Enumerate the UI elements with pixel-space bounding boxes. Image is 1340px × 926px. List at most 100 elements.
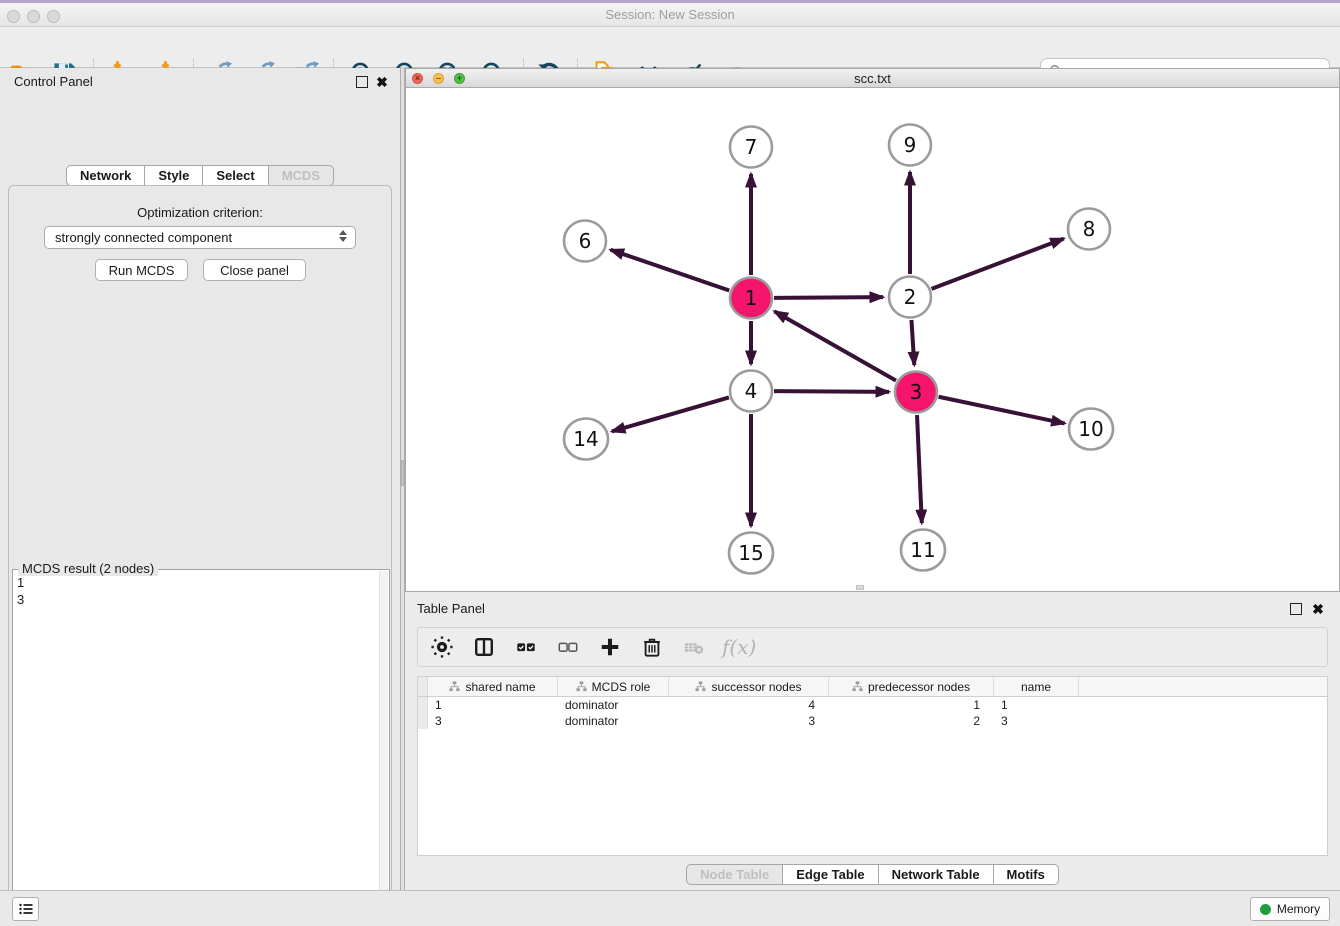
cell-name[interactable]: 1 bbox=[994, 697, 1079, 713]
function-builder-button[interactable]: f(x) bbox=[722, 635, 756, 659]
node-label-7: 7 bbox=[745, 135, 758, 159]
column-header-name[interactable]: name bbox=[994, 677, 1079, 696]
cell-MCDS-role[interactable]: dominator bbox=[558, 697, 669, 713]
edge-3-10[interactable] bbox=[939, 397, 1065, 424]
network-graph[interactable]: 7 9 6 8 1 2 4 3 14 10 15 11 bbox=[406, 88, 1339, 592]
graph-node-6[interactable]: 6 bbox=[564, 221, 606, 262]
column-header-MCDS-role[interactable]: MCDS role bbox=[558, 677, 669, 696]
column-header-successor-nodes[interactable]: successor nodes bbox=[669, 677, 829, 696]
node-table: shared name MCDS role successor nodes prede… bbox=[417, 676, 1328, 856]
node-label-15: 15 bbox=[738, 541, 763, 565]
edge-1-6[interactable] bbox=[611, 250, 730, 291]
splitter-grip[interactable] bbox=[401, 460, 404, 486]
graph-node-2[interactable]: 2 bbox=[889, 277, 931, 318]
column-header-label: predecessor nodes bbox=[868, 680, 970, 694]
tab-mcds[interactable]: MCDS bbox=[269, 165, 334, 186]
row-gutter bbox=[418, 697, 428, 713]
graph-node-10[interactable]: 10 bbox=[1069, 409, 1113, 450]
close-panel-action-button[interactable]: Close panel bbox=[203, 259, 306, 281]
edge-2-8[interactable] bbox=[932, 239, 1064, 289]
table-settings-button[interactable] bbox=[428, 634, 456, 660]
column-header-label: MCDS role bbox=[592, 680, 651, 694]
mcds-result-box[interactable]: 1 3 bbox=[12, 569, 390, 926]
edge-4-14[interactable] bbox=[612, 397, 729, 431]
node-table-body: 1dominator4113dominator323 bbox=[418, 697, 1327, 729]
result-scrollbar[interactable] bbox=[379, 571, 388, 926]
graph-node-7[interactable]: 7 bbox=[730, 127, 772, 168]
node-table-header: shared name MCDS role successor nodes prede… bbox=[418, 677, 1327, 697]
close-table-panel-button[interactable]: ✖ bbox=[1310, 601, 1326, 617]
task-list-icon bbox=[18, 901, 34, 917]
cell-successor-nodes[interactable]: 3 bbox=[669, 713, 829, 729]
titlebar[interactable]: Session: New Session bbox=[0, 3, 1340, 27]
graph-node-8[interactable]: 8 bbox=[1068, 209, 1110, 250]
table-panel: Table Panel ✖ f(x) bbox=[405, 594, 1340, 890]
tab-motifs[interactable]: Motifs bbox=[994, 864, 1059, 885]
select-all-columns-button[interactable] bbox=[512, 634, 540, 660]
delete-table-button[interactable] bbox=[680, 634, 708, 660]
unselect-all-columns-button[interactable] bbox=[554, 634, 582, 660]
graph-node-4[interactable]: 4 bbox=[730, 371, 772, 412]
tab-node-table[interactable]: Node Table bbox=[686, 864, 783, 885]
tab-edge-table[interactable]: Edge Table bbox=[783, 864, 878, 885]
column-header-predecessor-nodes[interactable]: predecessor nodes bbox=[829, 677, 994, 696]
row-gutter bbox=[418, 713, 428, 729]
graph-node-9[interactable]: 9 bbox=[889, 125, 931, 166]
tab-style[interactable]: Style bbox=[145, 165, 203, 186]
cell-name[interactable]: 3 bbox=[994, 713, 1079, 729]
node-label-4: 4 bbox=[745, 379, 758, 403]
mcds-result-legend: MCDS result (2 nodes) bbox=[18, 561, 158, 576]
tab-select[interactable]: Select bbox=[203, 165, 268, 186]
control-panel-title: Control Panel bbox=[14, 74, 93, 89]
tab-network[interactable]: Network bbox=[66, 165, 145, 186]
node-label-2: 2 bbox=[904, 285, 917, 309]
close-icon: ✖ bbox=[1312, 603, 1324, 615]
graph-node-11[interactable]: 11 bbox=[901, 530, 945, 571]
float-panel-button[interactable] bbox=[354, 74, 370, 90]
edge-4-3[interactable] bbox=[774, 391, 889, 392]
network-view-window: × – + scc.txt 7 9 6 8 1 2 4 3 14 10 15 11 bbox=[405, 68, 1340, 592]
control-panel: Control Panel ✖ NetworkStyleSelectMCDS O… bbox=[0, 68, 400, 890]
float-icon bbox=[356, 76, 368, 88]
run-mcds-button[interactable]: Run MCDS bbox=[95, 259, 188, 281]
main-toolbar bbox=[0, 27, 1340, 68]
edge-1-2[interactable] bbox=[774, 297, 883, 298]
cell-shared-name[interactable]: 3 bbox=[428, 713, 558, 729]
edge-3-1[interactable] bbox=[774, 311, 896, 380]
float-icon bbox=[1290, 603, 1302, 615]
network-window-titlebar[interactable]: × – + scc.txt bbox=[406, 69, 1339, 88]
task-history-button[interactable] bbox=[12, 897, 39, 921]
cell-predecessor-nodes[interactable]: 1 bbox=[829, 697, 994, 713]
memory-button[interactable]: Memory bbox=[1250, 897, 1330, 921]
delete-table-icon bbox=[683, 636, 705, 658]
graph-node-15[interactable]: 15 bbox=[729, 533, 773, 574]
edge-3-11[interactable] bbox=[917, 415, 922, 523]
optimization-criterion-label: Optimization criterion: bbox=[0, 205, 400, 220]
cell-successor-nodes[interactable]: 4 bbox=[669, 697, 829, 713]
delete-columns-button[interactable] bbox=[638, 634, 666, 660]
criterion-dropdown[interactable]: strongly connected component bbox=[44, 226, 356, 249]
table-row[interactable]: 3dominator323 bbox=[418, 713, 1327, 729]
tab-network-table[interactable]: Network Table bbox=[879, 864, 994, 885]
edge-2-3[interactable] bbox=[911, 320, 914, 365]
horizontal-splitter-grip[interactable] bbox=[856, 585, 864, 590]
column-header-label: shared name bbox=[465, 680, 535, 694]
column-header-shared-name[interactable]: shared name bbox=[428, 677, 558, 696]
close-icon: ✖ bbox=[376, 76, 388, 88]
float-table-panel-button[interactable] bbox=[1288, 601, 1304, 617]
cell-MCDS-role[interactable]: dominator bbox=[558, 713, 669, 729]
table-row[interactable]: 1dominator411 bbox=[418, 697, 1327, 713]
close-panel-button[interactable]: ✖ bbox=[374, 74, 390, 90]
add-column-button[interactable] bbox=[596, 634, 624, 660]
network-window-title: scc.txt bbox=[406, 71, 1339, 86]
window-title: Session: New Session bbox=[0, 7, 1340, 22]
row-gutter bbox=[418, 677, 428, 696]
graph-node-14[interactable]: 14 bbox=[564, 419, 608, 460]
cell-predecessor-nodes[interactable]: 2 bbox=[829, 713, 994, 729]
graph-node-3[interactable]: 3 bbox=[895, 372, 937, 413]
cell-shared-name[interactable]: 1 bbox=[428, 697, 558, 713]
show-columns-button[interactable] bbox=[470, 634, 498, 660]
table-panel-tabs: Node TableEdge TableNetwork TableMotifs bbox=[405, 864, 1340, 885]
network-canvas[interactable]: 7 9 6 8 1 2 4 3 14 10 15 11 bbox=[406, 88, 1339, 591]
graph-node-1[interactable]: 1 bbox=[730, 278, 772, 319]
